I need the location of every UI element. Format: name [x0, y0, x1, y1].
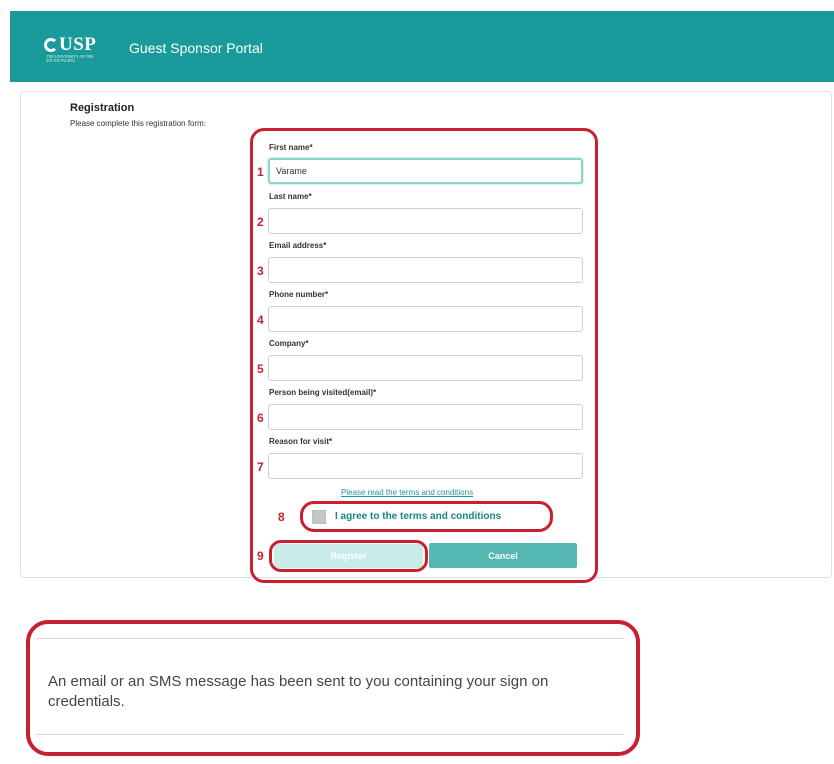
- last-name-label: Last name*: [269, 192, 312, 201]
- register-highlight-frame: [269, 540, 428, 572]
- first-name-input[interactable]: [268, 158, 583, 184]
- annotation-number-1: 1: [257, 165, 264, 179]
- agree-checkbox[interactable]: [312, 510, 326, 524]
- logo-text: USP: [59, 34, 97, 55]
- phone-input[interactable]: [268, 306, 583, 332]
- email-input[interactable]: [268, 257, 583, 283]
- annotation-number-7: 7: [257, 460, 264, 474]
- registration-title: Registration: [70, 102, 135, 114]
- person-visited-label: Person being visited(email)*: [269, 388, 377, 397]
- annotation-number-5: 5: [257, 362, 264, 376]
- company-label: Company*: [269, 339, 309, 348]
- annotation-number-3: 3: [257, 264, 264, 278]
- terms-link[interactable]: Please read the terms and conditions: [341, 488, 473, 497]
- registration-subtitle: Please complete this registration form:: [70, 119, 207, 128]
- agree-label[interactable]: I agree to the terms and conditions: [335, 511, 501, 522]
- email-label: Email address*: [269, 241, 327, 250]
- annotation-number-4: 4: [257, 313, 264, 327]
- annotation-number-6: 6: [257, 411, 264, 425]
- portal-title: Guest Sponsor Portal: [129, 40, 263, 56]
- annotation-number-8: 8: [278, 510, 285, 524]
- usp-logo-mark-icon: [44, 38, 58, 52]
- company-input[interactable]: [268, 355, 583, 381]
- person-visited-input[interactable]: [268, 404, 583, 430]
- reason-label: Reason for visit*: [269, 437, 333, 446]
- last-name-input[interactable]: [268, 208, 583, 234]
- annotation-number-9: 9: [257, 549, 264, 563]
- logo-subtext: THE UNIVERSITY OF THE SOUTH PACIFIC: [46, 54, 94, 63]
- phone-label: Phone number*: [269, 290, 329, 299]
- usp-logo: USP THE UNIVERSITY OF THE SOUTH PACIFIC: [44, 35, 108, 67]
- annotation-number-2: 2: [257, 215, 264, 229]
- first-name-label: First name*: [269, 143, 313, 152]
- cancel-button[interactable]: Cancel: [429, 543, 577, 568]
- confirmation-message: An email or an SMS message has been sent…: [48, 673, 549, 710]
- reason-input[interactable]: [268, 453, 583, 479]
